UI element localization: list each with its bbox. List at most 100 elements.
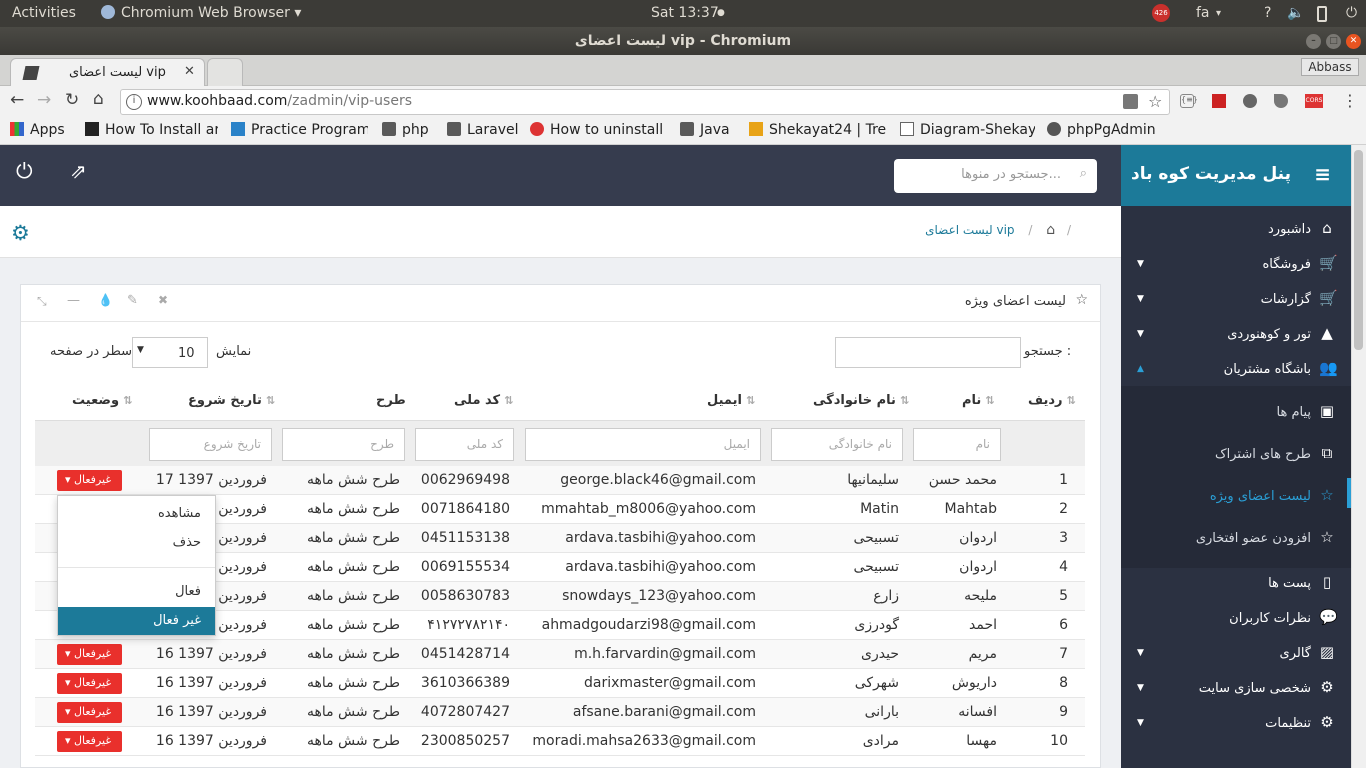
chevron-down-icon[interactable]: ▼: [1137, 259, 1144, 269]
bookmark-item[interactable]: Shekayat24 | Tre: [749, 122, 886, 138]
menu-item-activate[interactable]: فعال: [175, 584, 201, 599]
sidebar-item-gallery[interactable]: گالری ▨: [1280, 643, 1335, 661]
status-dropdown-button[interactable]: ▾ غیرفعال: [57, 702, 122, 723]
notification-count[interactable]: 426: [1152, 4, 1170, 22]
status-dropdown-button[interactable]: ▾ غیرفعال: [57, 673, 122, 694]
hamburger-icon[interactable]: ≡: [1314, 162, 1331, 186]
help-icon[interactable]: ?: [1264, 5, 1271, 21]
sidebar-item-tours[interactable]: تور و کوهنوردی ▲: [1227, 324, 1335, 342]
menu-item-delete[interactable]: حذف: [173, 535, 201, 550]
sidebar-item-plans[interactable]: طرح های اشتراک ⧉: [1215, 444, 1335, 462]
reload-icon[interactable]: ↻: [65, 90, 79, 110]
chevron-down-icon[interactable]: ▼: [1137, 683, 1144, 693]
address-bar[interactable]: i www.koohbaad.com/zadmin/vip-users ☆: [120, 89, 1170, 115]
menu-search-input[interactable]: جستجو در منوها... ⌕: [894, 159, 1097, 193]
filter-national-code[interactable]: کد ملی: [415, 428, 514, 461]
filter-first-name[interactable]: نام: [913, 428, 1001, 461]
menu-item-view[interactable]: مشاهده: [158, 506, 201, 521]
info-icon[interactable]: i: [126, 94, 142, 110]
filter-start-date[interactable]: تاریخ شروع: [149, 428, 272, 461]
page-size-select[interactable]: ▼ 10: [132, 337, 208, 368]
power-icon[interactable]: ⏻: [16, 159, 33, 184]
scrollbar-thumb[interactable]: [1354, 150, 1363, 350]
bookmark-folder[interactable]: Laravel: [447, 122, 519, 138]
sidebar-item-vip-list[interactable]: لیست اعضای ویژه ☆: [1210, 486, 1335, 504]
collapse-arrows-icon[interactable]: ⤡: [37, 294, 47, 309]
table-search-input[interactable]: [835, 337, 1021, 368]
keyboard-layout[interactable]: fa: [1196, 5, 1210, 21]
status-dropdown-button[interactable]: ▾ غیرفعال: [57, 731, 122, 752]
bookmark-item[interactable]: How to uninstall: [530, 122, 663, 138]
breadcrumb-current[interactable]: لیست اعضای vip: [925, 223, 1014, 237]
bookmark-folder[interactable]: Java: [680, 122, 730, 138]
sidebar-item-add-honorary[interactable]: افزودن عضو افتخاری ☆: [1196, 528, 1335, 546]
color-drop-icon[interactable]: 💧: [98, 293, 113, 307]
edit-pencil-icon[interactable]: ✎: [127, 293, 138, 308]
column-header-national-code[interactable]: کد ملی ⇅: [454, 393, 517, 408]
filter-email[interactable]: ایمیل: [525, 428, 761, 461]
sidebar-item-shop[interactable]: فروشگاه 🛒: [1262, 254, 1337, 272]
app-menu[interactable]: Chromium Web Browser ▾: [101, 5, 301, 21]
close-window-icon[interactable]: ✕: [1346, 34, 1361, 49]
home-icon[interactable]: ⌂: [93, 89, 104, 109]
column-header-first-name[interactable]: نام ⇅: [962, 393, 999, 408]
bookmark-item[interactable]: phpPgAdmin: [1047, 122, 1156, 138]
column-header-status[interactable]: وضعیت ⇅: [72, 393, 136, 408]
bookmark-star-icon[interactable]: ☆: [1148, 92, 1162, 111]
bookmark-item[interactable]: Diagram-Shekay: [900, 122, 1035, 138]
extension-icon[interactable]: [1274, 94, 1288, 108]
minimize-icon[interactable]: —: [67, 293, 80, 308]
menu-item-deactivate[interactable]: غیر فعال: [58, 607, 215, 635]
new-tab-button[interactable]: [207, 58, 243, 86]
chevron-down-icon[interactable]: ▼: [1137, 648, 1144, 658]
extension-icons[interactable]: {≡} CORS: [1180, 94, 1330, 110]
status-dropdown-button[interactable]: ▾ غیرفعال: [57, 470, 122, 491]
tab-close-icon[interactable]: ✕: [184, 64, 195, 79]
external-link-icon[interactable]: ⇗: [70, 159, 87, 183]
sidebar-item-customer-club[interactable]: باشگاه مشتریان 👥: [1224, 359, 1338, 377]
translate-icon[interactable]: [1123, 94, 1138, 109]
minimize-icon[interactable]: –: [1306, 34, 1321, 49]
settings-gear-icon[interactable]: ⚙: [11, 221, 30, 245]
cors-icon[interactable]: CORS: [1305, 94, 1323, 108]
bookmark-apps[interactable]: Apps: [10, 122, 65, 138]
maximize-icon[interactable]: □: [1326, 34, 1341, 49]
column-header-start-date[interactable]: تاریخ شروع ⇅: [188, 393, 279, 408]
battery-icon[interactable]: [1317, 6, 1327, 22]
column-header-email[interactable]: ایمیل ⇅: [707, 393, 759, 408]
volume-icon[interactable]: 🔈: [1287, 5, 1304, 21]
back-icon[interactable]: ←: [10, 90, 24, 110]
bookmark-item[interactable]: Practice Program: [231, 122, 368, 138]
sidebar-item-messages[interactable]: پیام ها ▣: [1277, 402, 1336, 420]
url[interactable]: www.koohbaad.com/zadmin/vip-users: [147, 93, 412, 109]
chevron-down-icon[interactable]: ▼: [1137, 329, 1144, 339]
column-header-last-name[interactable]: نام خانوادگی ⇅: [813, 393, 913, 408]
sidebar-item-comments[interactable]: نظرات کاربران 💬: [1229, 608, 1338, 626]
activities-button[interactable]: Activities: [12, 5, 76, 21]
forward-icon[interactable]: →: [37, 90, 51, 110]
close-icon[interactable]: ✖: [158, 293, 168, 307]
tab-active[interactable]: لیست اعضای vip ✕: [10, 58, 205, 86]
power-menu-icon[interactable]: ⏻: [1346, 5, 1357, 21]
clock[interactable]: Sat 13:37: [651, 5, 719, 21]
menu-icon[interactable]: ⋮: [1342, 91, 1358, 110]
sidebar-item-dashboard[interactable]: داشبورد ⌂: [1268, 219, 1335, 237]
home-icon[interactable]: ⌂: [1046, 222, 1055, 238]
column-header-plan[interactable]: طرح: [376, 393, 406, 408]
status-dropdown-button[interactable]: ▾ غیرفعال: [57, 644, 122, 665]
chevron-down-icon[interactable]: ▼: [1137, 718, 1144, 728]
filter-last-name[interactable]: نام خانوادگی: [771, 428, 903, 461]
bookmark-folder[interactable]: php: [382, 122, 429, 138]
sidebar-item-settings[interactable]: تنظیمات ⚙: [1265, 713, 1335, 731]
sidebar-item-posts[interactable]: پست ها ▯: [1268, 573, 1335, 591]
chevron-up-icon[interactable]: ▲: [1137, 364, 1144, 374]
chevron-down-icon[interactable]: ▼: [1137, 294, 1144, 304]
profile-button[interactable]: Abbass: [1301, 58, 1359, 76]
column-header-index[interactable]: ردیف ⇅: [1028, 393, 1080, 408]
extension-icon[interactable]: [1243, 94, 1257, 108]
bookmark-item[interactable]: How To Install ar: [85, 122, 218, 138]
sidebar-item-reports[interactable]: گزارشات 🛒: [1261, 289, 1338, 307]
extension-icon[interactable]: {≡}: [1180, 94, 1198, 108]
sidebar-item-customize[interactable]: شخصی سازی سایت ⚙: [1199, 678, 1335, 696]
filter-plan[interactable]: طرح: [282, 428, 405, 461]
